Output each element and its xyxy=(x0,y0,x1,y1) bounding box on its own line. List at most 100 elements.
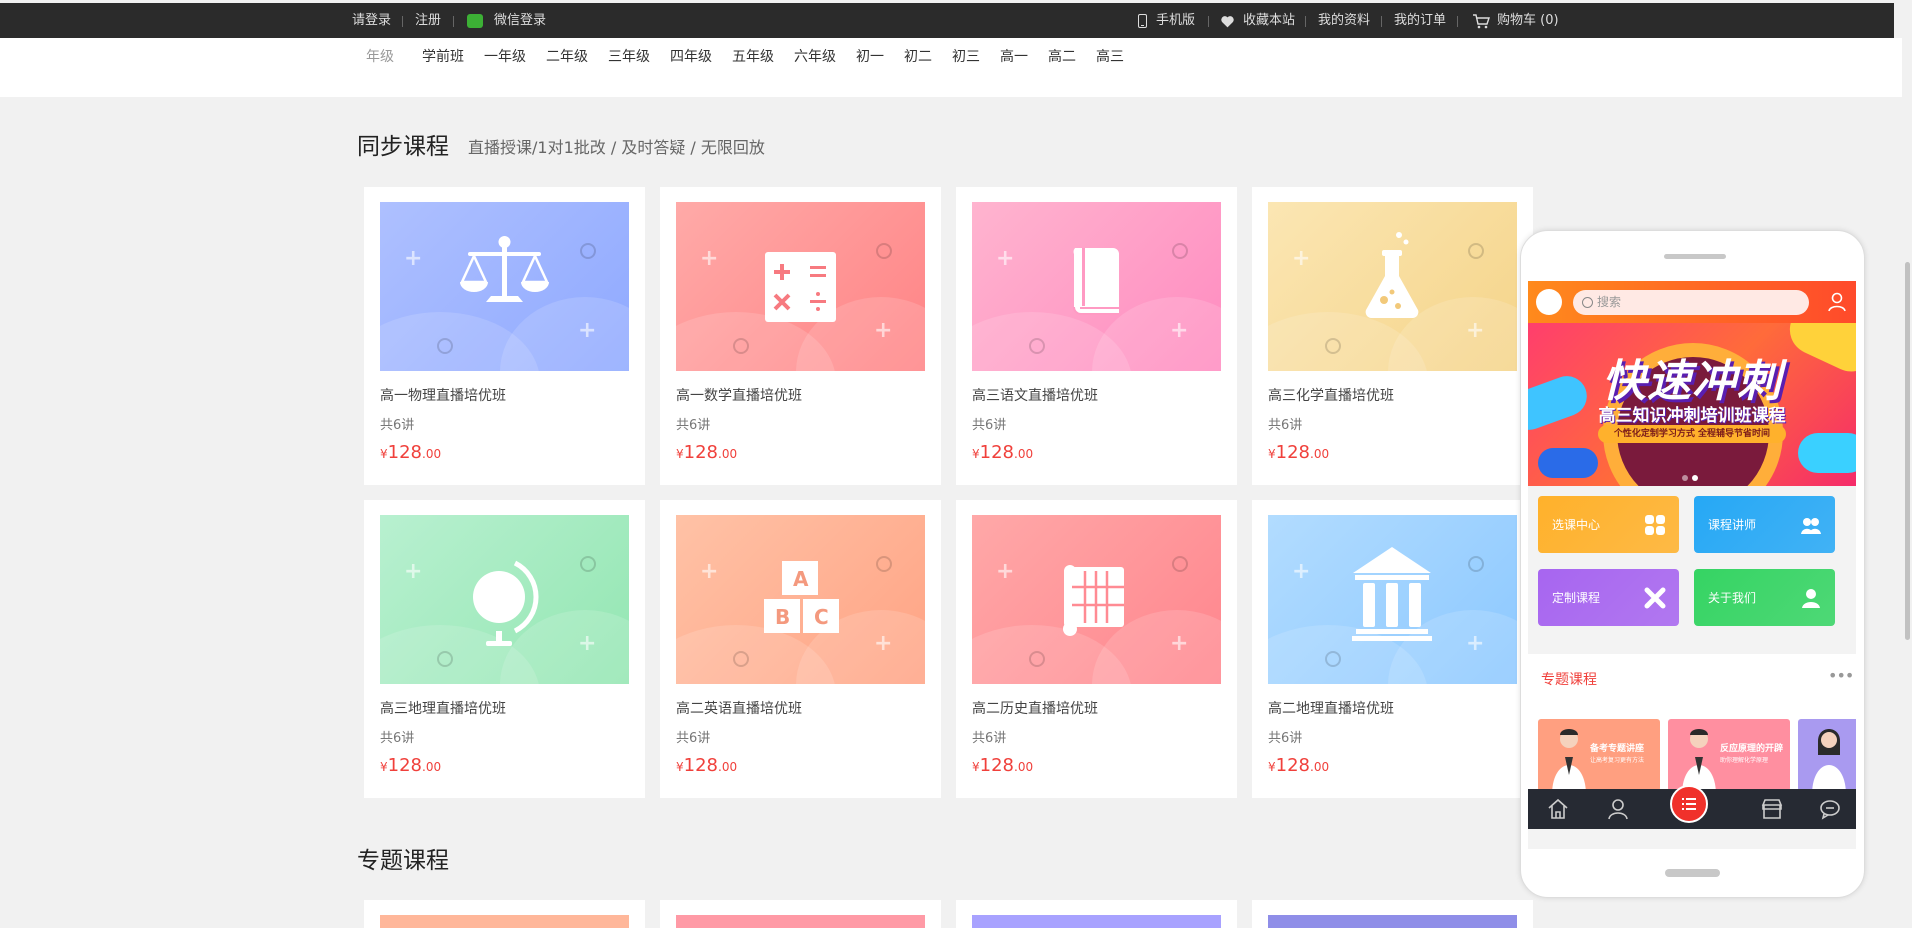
svg-text:B: B xyxy=(775,605,790,629)
grade-item[interactable]: 四年级 xyxy=(670,46,712,66)
course-thumbnail[interactable]: + + A B C xyxy=(676,515,925,684)
course-name[interactable]: 高二地理直播培优班 xyxy=(1268,698,1394,718)
course-thumbnail[interactable]: + + xyxy=(380,202,629,371)
topic-thumbnail[interactable] xyxy=(380,915,629,928)
user-icon[interactable] xyxy=(1606,797,1630,821)
grade-item[interactable]: 五年级 xyxy=(732,46,774,66)
grade-item[interactable]: 高二 xyxy=(1048,46,1076,66)
globe-icon xyxy=(473,560,539,646)
price-decimal: .00 xyxy=(1310,447,1330,461)
course-name[interactable]: 高三化学直播培优班 xyxy=(1268,385,1394,405)
mobile-link[interactable]: 手机版 xyxy=(1156,3,1195,38)
course-card[interactable]: + + 高一物理直播培优班 共6讲 ¥128.00 xyxy=(364,187,645,485)
list-button[interactable] xyxy=(1670,785,1708,823)
grade-item[interactable]: 学前班 xyxy=(422,46,464,66)
promo-banner[interactable]: 快速冲刺 高三知识冲刺培训班课程 个性化定制学习方式 全程辅导节省时间 xyxy=(1528,323,1856,486)
store-icon[interactable] xyxy=(1760,797,1784,821)
topic-thumbnail[interactable] xyxy=(676,915,925,928)
course-thumbnail[interactable]: + + xyxy=(1268,515,1517,684)
topic-thumbnail[interactable] xyxy=(1268,915,1517,928)
carousel-dot[interactable] xyxy=(1682,475,1688,481)
tile-lecturers[interactable]: 课程讲师 xyxy=(1694,496,1835,553)
tile-label: 关于我们 xyxy=(1708,591,1757,605)
price-integer: 128 xyxy=(683,755,718,776)
course-thumbnail[interactable]: + + xyxy=(676,202,925,371)
grade-item[interactable]: 高三 xyxy=(1096,46,1124,66)
teacher-photo xyxy=(1812,729,1846,789)
grade-item[interactable]: 初三 xyxy=(952,46,980,66)
topic-card-sub: 让高考复习更有方法 xyxy=(1590,757,1645,764)
grade-item[interactable]: 初一 xyxy=(856,46,884,66)
course-name[interactable]: 高一数学直播培优班 xyxy=(676,385,802,405)
course-name[interactable]: 高三语文直播培优班 xyxy=(972,385,1098,405)
logo-icon[interactable] xyxy=(1536,289,1562,315)
price-integer: 128 xyxy=(979,442,1014,463)
tile-about-us[interactable]: 关于我们 xyxy=(1694,569,1835,626)
course-price: ¥128.00 xyxy=(380,442,441,463)
course-thumbnail[interactable]: + + xyxy=(1268,202,1517,371)
course-name[interactable]: 高三地理直播培优班 xyxy=(380,698,506,718)
grade-item[interactable]: 二年级 xyxy=(546,46,588,66)
course-card[interactable]: + + 高三地理直播培优班 共6讲 ¥128.00 xyxy=(364,500,645,798)
grade-item[interactable]: 六年级 xyxy=(794,46,836,66)
course-card[interactable]: + + 高二历史直播培优班 共6讲 ¥128.00 xyxy=(956,500,1237,798)
more-icon[interactable]: ••• xyxy=(1828,666,1854,685)
tile-custom-course[interactable]: 定制课程 xyxy=(1538,569,1679,626)
wechat-icon xyxy=(467,14,483,28)
search-input[interactable]: 搜索 xyxy=(1573,290,1809,315)
chat-icon[interactable] xyxy=(1818,797,1842,821)
list-icon xyxy=(1682,798,1696,810)
course-name[interactable]: 高一物理直播培优班 xyxy=(380,385,506,405)
my-orders-link[interactable]: 我的订单 xyxy=(1394,3,1446,38)
home-icon[interactable] xyxy=(1546,797,1570,821)
grade-item[interactable]: 高一 xyxy=(1000,46,1028,66)
course-card[interactable]: + + 高二地理直播培优班 共6讲 ¥128.00 xyxy=(1252,500,1533,798)
grade-item[interactable]: 初二 xyxy=(904,46,932,66)
wechat-login-link[interactable]: 微信登录 xyxy=(494,3,546,38)
grade-item[interactable]: 一年级 xyxy=(484,46,526,66)
price-decimal: .00 xyxy=(422,447,442,461)
topic-card[interactable] xyxy=(1252,900,1533,928)
carousel-dot-active[interactable] xyxy=(1692,475,1698,481)
price-decimal: .00 xyxy=(1014,447,1034,461)
currency-symbol: ¥ xyxy=(972,447,980,461)
price-integer: 128 xyxy=(683,442,718,463)
grade-label: 年级 xyxy=(366,49,394,65)
topic-card[interactable] xyxy=(660,900,941,928)
course-card[interactable]: + + 高一数学直播培优班 共6讲 ¥128.00 xyxy=(660,187,941,485)
topic-card[interactable] xyxy=(956,900,1237,928)
course-name[interactable]: 高二英语直播培优班 xyxy=(676,698,802,718)
phone-topic-card[interactable]: 反应原理的开辟 助你理解化学原理 xyxy=(1668,719,1790,789)
phone-topic-card[interactable] xyxy=(1798,719,1856,789)
cart-link[interactable]: 购物车 (0) xyxy=(1497,3,1559,38)
divider xyxy=(1305,16,1306,27)
course-name[interactable]: 高二历史直播培优班 xyxy=(972,698,1098,718)
course-price: ¥128.00 xyxy=(972,442,1033,463)
tile-label: 选课中心 xyxy=(1552,518,1601,532)
grade-item[interactable]: 三年级 xyxy=(608,46,650,66)
login-link[interactable]: 请登录 xyxy=(352,3,391,38)
course-price: ¥128.00 xyxy=(676,755,737,776)
course-thumbnail[interactable]: + + xyxy=(380,515,629,684)
my-profile-link[interactable]: 我的资料 xyxy=(1318,3,1370,38)
topic-card[interactable] xyxy=(364,900,645,928)
course-card[interactable]: + + A B C 高二英语直播培优班 共6讲 ¥128.00 xyxy=(660,500,941,798)
price-integer: 128 xyxy=(387,442,422,463)
topic-thumbnail[interactable] xyxy=(972,915,1221,928)
team-icon xyxy=(1801,518,1821,534)
currency-symbol: ¥ xyxy=(676,760,684,774)
course-card[interactable]: + + 高三语文直播培优班 共6讲 ¥128.00 xyxy=(956,187,1237,485)
course-thumbnail[interactable]: + + xyxy=(972,515,1221,684)
bookmark-link[interactable]: 收藏本站 xyxy=(1243,3,1295,38)
user-icon[interactable] xyxy=(1828,292,1846,312)
page-scrollbar-thumb[interactable] xyxy=(1905,262,1910,640)
divider xyxy=(402,16,403,27)
tile-course-center[interactable]: 选课中心 xyxy=(1538,496,1679,553)
topic-card-title: 备考专题讲座 xyxy=(1590,744,1645,754)
course-thumbnail[interactable]: + + xyxy=(972,202,1221,371)
topic-card-sub: 助你理解化学原理 xyxy=(1720,757,1769,764)
price-decimal: .00 xyxy=(422,760,442,774)
course-card[interactable]: + + 高三化学直播培优班 共6讲 ¥128.00 xyxy=(1252,187,1533,485)
phone-topic-card[interactable]: 备考专题讲座 让高考复习更有方法 xyxy=(1538,719,1660,789)
register-link[interactable]: 注册 xyxy=(415,3,441,38)
